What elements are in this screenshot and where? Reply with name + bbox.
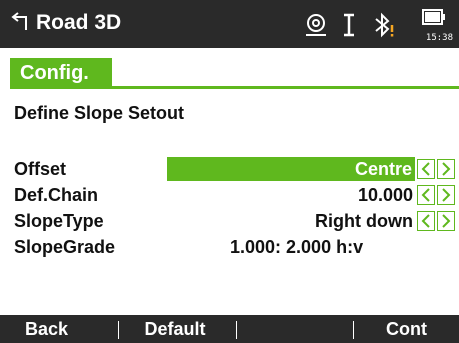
field-row-slope-grade: SlopeGrade 1.000: 2.000 h:v	[14, 235, 459, 259]
chevron-left-icon[interactable]	[417, 185, 435, 205]
field-row-def-chain[interactable]: Def.Chain 10.000	[14, 183, 459, 207]
chevron-right-icon[interactable]	[437, 159, 455, 179]
tab-underline	[10, 86, 459, 89]
clock: 15:38	[425, 33, 453, 43]
field-label-slope-type: SlopeType	[14, 211, 104, 231]
back-button[interactable]: Back	[0, 315, 93, 343]
default-button[interactable]: Default	[118, 315, 232, 343]
field-row-slope-type[interactable]: SlopeType Right down	[14, 209, 459, 233]
choice-arrows-offset	[417, 159, 457, 179]
field-value-def-chain[interactable]: 10.000	[358, 185, 413, 206]
field-value-slope-grade: 1.000: 2.000 h:v	[230, 237, 364, 257]
softkey-3[interactable]	[237, 315, 351, 343]
chevron-left-icon[interactable]	[417, 211, 435, 231]
app-title: Road 3D	[36, 11, 122, 34]
cont-button[interactable]: Cont	[354, 315, 459, 343]
page-title: Define Slope Setout	[14, 103, 185, 123]
field-label-offset: Offset	[14, 159, 67, 179]
chevron-left-icon[interactable]	[417, 159, 435, 179]
choice-arrows-def-chain	[417, 185, 457, 205]
choice-arrows-slope-type	[417, 211, 457, 231]
field-row-offset[interactable]: Offset Centre	[14, 157, 459, 181]
back-arrow-icon[interactable]	[10, 10, 30, 34]
field-label-def-chain: Def.Chain	[14, 185, 99, 205]
field-value-offset[interactable]: Centre	[167, 157, 415, 181]
field-label-slope-grade: SlopeGrade	[14, 237, 116, 257]
tab-config[interactable]: Config.	[10, 58, 112, 88]
bluetooth-warning-icon	[375, 12, 394, 38]
title-bar: Road 3D 15:38	[0, 0, 459, 48]
text-cursor-icon	[344, 13, 354, 37]
status-icons: 15:38	[303, 8, 453, 43]
field-value-slope-type[interactable]: Right down	[315, 211, 413, 232]
chevron-right-icon[interactable]	[437, 185, 455, 205]
chevron-right-icon[interactable]	[437, 211, 455, 231]
battery-icon	[422, 9, 445, 25]
softkey-bar: Back Default Cont	[0, 315, 459, 343]
target-icon	[306, 14, 326, 36]
